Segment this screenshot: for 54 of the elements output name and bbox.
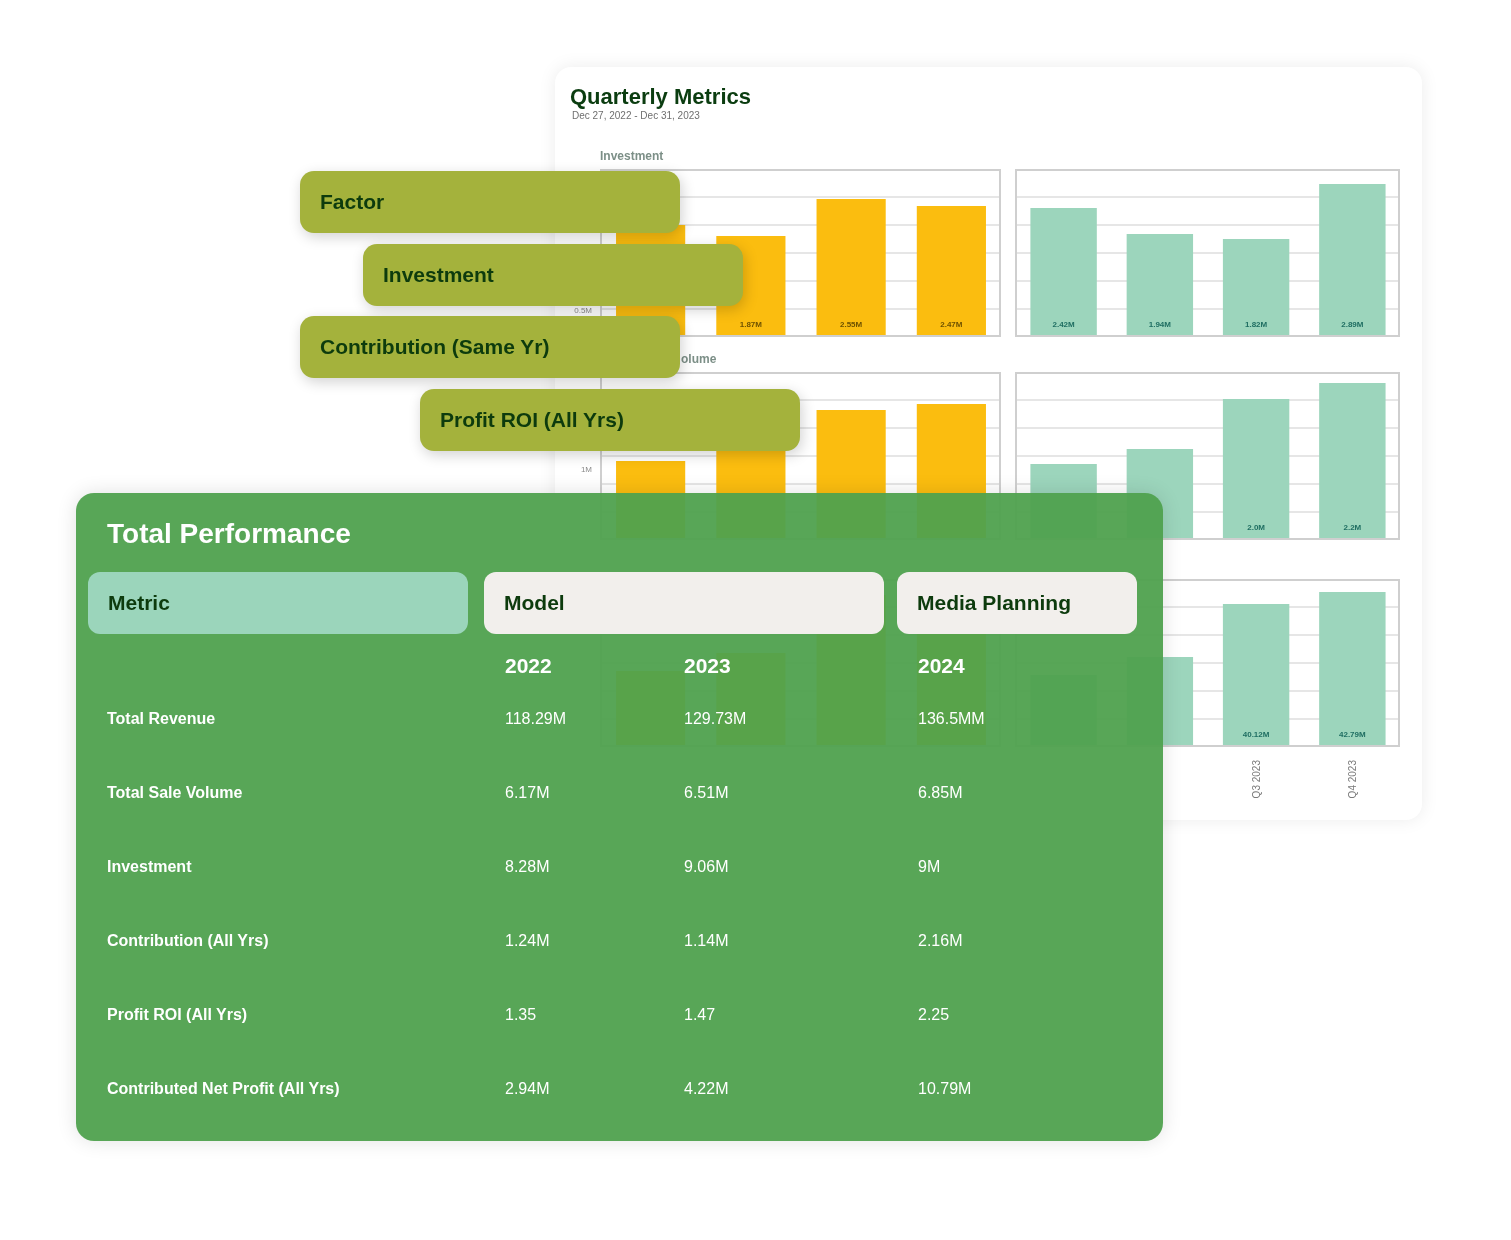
bar-value-label: 1.87M [739,320,762,329]
column-header: Media Planning [897,572,1137,634]
metric-label: Profit ROI (All Yrs) [107,1005,249,1025]
metric-label: Contribution (All Yrs) [107,931,270,951]
table-cell-text: 2.25 [918,1005,951,1025]
table-cell-text: 9.06M [684,857,730,877]
bar-value-label: 2.42M [1052,320,1075,329]
column-header: Model [484,572,884,634]
table-cell-text: 8.28M [505,857,551,877]
table-cell-text: 1.47 [684,1005,717,1025]
table-cell-text: 6.51M [684,783,730,803]
chart-title: Investment [600,149,664,163]
bar-value-label: 2.0M [1247,523,1265,532]
table-cell-text: 6.85M [918,783,964,803]
metric-label: Total Revenue [107,709,217,729]
table-cell-text: 136.5MM [918,709,986,729]
year-header: 2023 [684,653,732,679]
table-cell-text: 2.16M [918,931,964,951]
bar-value-label: 2.2M [1343,523,1362,532]
year-header: 2024 [918,653,966,679]
axis-tick-label: 0.5M [574,306,592,315]
metric-label: Total Sale Volume [107,783,244,803]
table-cell-text: 6.17M [505,783,551,803]
factor-pill: Contribution (Same Yr) [300,316,680,378]
table-cell-text: 1.24M [505,931,551,951]
bar-value-label: 2.55M [840,320,863,329]
chart-title: olume [681,352,717,366]
bar-value-label: 1.82M [1245,320,1268,329]
table-cell-text: 1.14M [684,931,730,951]
bar-value-label: 42.79M [1339,730,1366,739]
bar-value-label: 2.89M [1341,320,1364,329]
table-cell-text: 118.29M [505,709,568,729]
card-title: Total Performance [106,517,352,551]
date-range: Dec 27, 2022 - Dec 31, 2023 [571,109,701,123]
category-label: Q3 2023 [1250,760,1262,799]
column-header: Metric [88,572,468,634]
metric-label: Investment [107,857,193,877]
category-label: Q4 2023 [1346,760,1358,799]
table-cell-text: 1.35 [505,1005,538,1025]
factor-pill: Factor [300,171,680,233]
table-cell-text: 129.73M [684,709,748,729]
table-cell-text: 4.22M [684,1079,730,1099]
bar-value-label: 1.94M [1148,320,1171,329]
table-cell-text: 2.94M [505,1079,551,1099]
table-cell-text: 9M [918,857,942,877]
table-cell-text: 10.79M [918,1079,973,1099]
year-header: 2022 [505,653,553,679]
factor-pill: Investment [363,244,743,306]
bar-value-label: 40.12M [1242,730,1270,739]
card-title: Quarterly Metrics [570,85,752,109]
factor-pill: Profit ROI (All Yrs) [420,389,800,451]
axis-tick-label: 1M [580,465,592,474]
metric-label: Contributed Net Profit (All Yrs) [107,1079,341,1099]
bar-value-label: 2.47M [940,320,963,329]
